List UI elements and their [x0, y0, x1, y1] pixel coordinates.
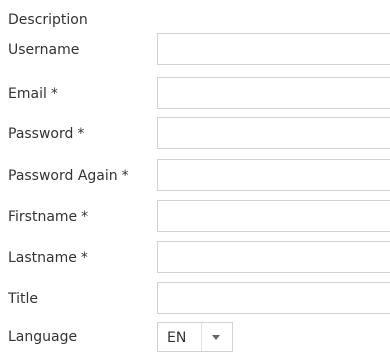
password-again-input[interactable] [157, 159, 390, 191]
required-marker: * [121, 168, 129, 184]
required-marker: * [80, 250, 88, 266]
lastname-label: Lastname * [8, 250, 88, 266]
email-row: Email * [0, 77, 390, 111]
username-input[interactable] [157, 33, 390, 65]
lastname-row: Lastname * [0, 241, 390, 275]
required-marker: * [81, 209, 89, 225]
title-row: Title [0, 282, 390, 316]
language-selected-value: EN [167, 330, 187, 346]
email-label: Email * [8, 86, 58, 102]
select-divider [201, 323, 202, 351]
language-row: Language EN [0, 320, 390, 354]
firstname-input[interactable] [157, 200, 390, 232]
language-label: Language [8, 329, 78, 345]
username-row: Username [0, 33, 390, 67]
firstname-label: Firstname * [8, 209, 89, 225]
title-input[interactable] [157, 282, 390, 314]
title-label: Title [8, 291, 39, 307]
email-input[interactable] [157, 77, 390, 109]
password-label: Password * [8, 126, 85, 142]
password-again-row: Password Again * [0, 159, 390, 193]
required-marker: * [50, 86, 58, 102]
password-row: Password * [0, 117, 390, 151]
chevron-down-icon[interactable] [212, 335, 220, 340]
password-again-label: Password Again * [8, 168, 129, 184]
username-label: Username [8, 42, 80, 58]
required-marker: * [77, 126, 85, 142]
description-label: Description [8, 12, 88, 28]
password-input[interactable] [157, 117, 390, 149]
lastname-input[interactable] [157, 241, 390, 273]
firstname-row: Firstname * [0, 200, 390, 234]
language-select[interactable]: EN [157, 322, 233, 352]
